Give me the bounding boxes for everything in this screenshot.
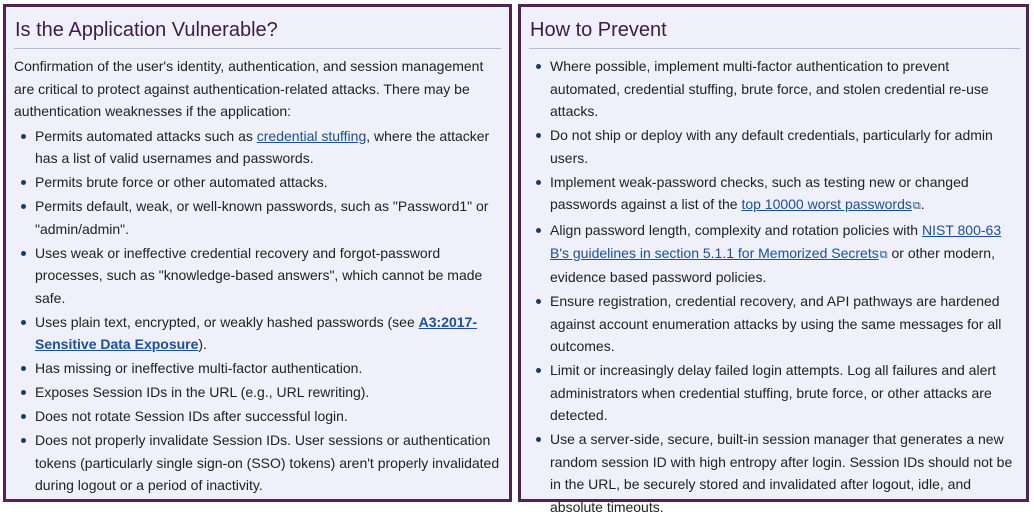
worst-passwords-link[interactable]: top 10000 worst passwords bbox=[741, 196, 911, 212]
vulnerable-panel: Is the Application Vulnerable? Confirmat… bbox=[3, 4, 512, 502]
list-item: Exposes Session IDs in the URL (e.g., UR… bbox=[21, 381, 501, 404]
list-item: Uses weak or ineffective credential reco… bbox=[21, 242, 501, 310]
vulnerable-intro: Confirmation of the user's identity, aut… bbox=[14, 58, 484, 119]
list-item: Has missing or ineffective multi-factor … bbox=[21, 357, 501, 380]
prevent-title: How to Prevent bbox=[529, 17, 1020, 49]
prevent-panel: How to Prevent Where possible, implement… bbox=[518, 4, 1029, 515]
list-item: Where possible, implement multi-factor a… bbox=[536, 55, 1020, 123]
external-link-icon: ⧉ bbox=[879, 248, 888, 261]
list-item: Permits automated attacks such as creden… bbox=[21, 125, 501, 170]
prevent-list: Where possible, implement multi-factor a… bbox=[529, 55, 1020, 518]
list-item: Implement weak-password checks, such as … bbox=[536, 171, 1020, 218]
list-item: Align password length, complexity and ro… bbox=[536, 219, 1020, 289]
external-link-icon: ⧉ bbox=[912, 200, 921, 212]
vulnerable-list: Permits automated attacks such as creden… bbox=[14, 125, 501, 497]
list-item: Does not rotate Session IDs after succes… bbox=[21, 405, 501, 428]
credential-stuffing-link[interactable]: credential stuffing bbox=[257, 128, 366, 144]
list-item: Permits brute force or other automated a… bbox=[21, 171, 501, 194]
list-item: Limit or increasingly delay failed login… bbox=[536, 359, 1020, 427]
list-item: Ensure registration, credential recovery… bbox=[536, 290, 1020, 358]
list-item: Does not properly invalidate Session IDs… bbox=[21, 429, 501, 497]
list-item: Do not ship or deploy with any default c… bbox=[536, 124, 1020, 169]
list-item: Uses plain text, encrypted, or weakly ha… bbox=[21, 311, 501, 356]
list-item: Permits default, weak, or well-known pas… bbox=[21, 195, 501, 240]
list-item: Use a server-side, secure, built-in sess… bbox=[536, 428, 1020, 518]
vulnerable-title: Is the Application Vulnerable? bbox=[14, 17, 501, 49]
